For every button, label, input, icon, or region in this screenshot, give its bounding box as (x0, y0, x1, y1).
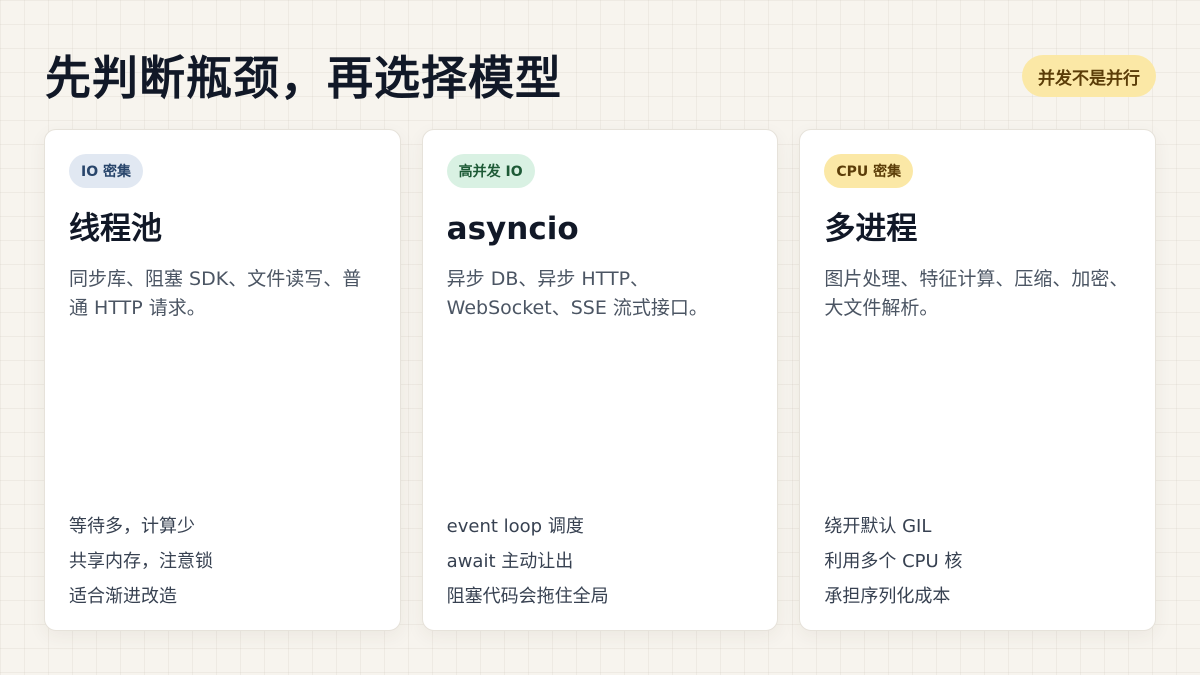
card-title: 多进程 (824, 211, 918, 247)
card-point: 利用多个 CPU 核 (824, 551, 963, 572)
card-tag: CPU 密集 (824, 154, 914, 188)
card-title: asyncio (446, 211, 579, 247)
page-title: 先判断瓶颈，再选择模型 (45, 51, 562, 105)
card-thread-pool: IO 密集 线程池 同步库、阻塞 SDK、文件读写、普通 HTTP 请求。 等待… (44, 129, 401, 631)
card-point: 适合渐进改造 (69, 586, 177, 607)
card-multiprocessing: CPU 密集 多进程 图片处理、特征计算、压缩、加密、大文件解析。 绕开默认 G… (799, 129, 1157, 631)
card-point: 承担序列化成本 (824, 586, 951, 607)
card-description: 异步 DB、异步 HTTP、WebSocket、SSE 流式接口。 (446, 268, 708, 319)
card-tag: IO 密集 (69, 154, 143, 188)
card-point: 绕开默认 GIL (824, 516, 932, 537)
card-points: 绕开默认 GIL 利用多个 CPU 核 承担序列化成本 (824, 509, 1135, 614)
card-title: 线程池 (69, 211, 162, 247)
card-tag: 高并发 IO (446, 154, 535, 188)
card-point: 共享内存，注意锁 (69, 551, 213, 572)
card-point: event loop 调度 (446, 516, 584, 537)
card-description: 同步库、阻塞 SDK、文件读写、普通 HTTP 请求。 (69, 268, 362, 319)
model-cards: IO 密集 线程池 同步库、阻塞 SDK、文件读写、普通 HTTP 请求。 等待… (44, 129, 1157, 631)
card-point: 阻塞代码会拖住全局 (446, 586, 609, 607)
card-points: 等待多，计算少 共享内存，注意锁 适合渐进改造 (69, 509, 380, 614)
card-points: event loop 调度 await 主动让出 阻塞代码会拖住全局 (447, 509, 758, 614)
concurrency-badge: 并发不是并行 (1022, 55, 1156, 97)
card-point: 等待多，计算少 (69, 516, 195, 537)
card-asyncio: 高并发 IO asyncio 异步 DB、异步 HTTP、WebSocket、S… (421, 129, 779, 631)
card-description: 图片处理、特征计算、压缩、加密、大文件解析。 (824, 268, 1129, 319)
card-point: await 主动让出 (446, 551, 574, 572)
